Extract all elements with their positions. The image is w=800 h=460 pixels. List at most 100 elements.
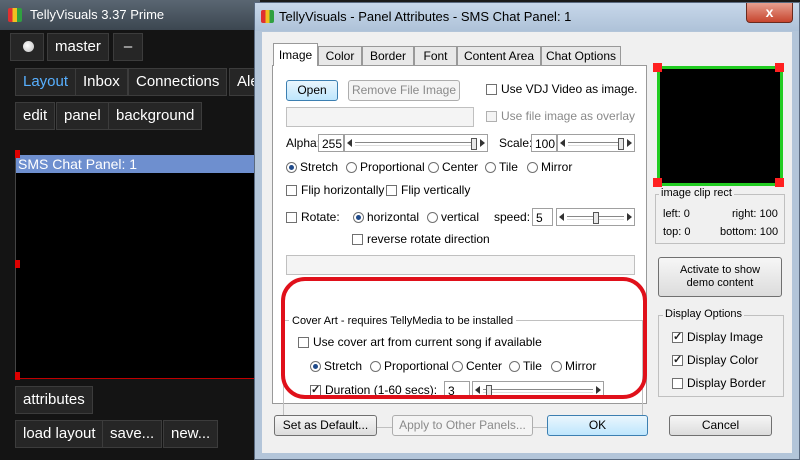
new-layout-button[interactable]: new... bbox=[163, 420, 219, 448]
save-layout-button[interactable]: save... bbox=[102, 420, 163, 448]
dialog-titlebar[interactable]: TellyVisuals - Panel Attributes - SMS Ch… bbox=[255, 3, 799, 31]
display-options-legend: Display Options bbox=[663, 308, 745, 320]
alpha-slider[interactable] bbox=[344, 134, 488, 152]
tab-image[interactable]: Image bbox=[273, 43, 318, 66]
scale-label: Scale: bbox=[499, 136, 533, 150]
dialog-logo-icon bbox=[261, 10, 274, 23]
scale-value[interactable]: 100 bbox=[531, 134, 557, 152]
alpha-value[interactable]: 255 bbox=[318, 134, 344, 152]
display-border-label: Display Border bbox=[687, 376, 766, 390]
remove-file-image-button[interactable]: Remove File Image bbox=[348, 80, 460, 101]
panel-list-item[interactable]: SMS Chat Panel: 1 bbox=[16, 155, 256, 173]
tab-content-area[interactable]: Content Area bbox=[457, 46, 541, 65]
master-button[interactable]: master bbox=[47, 33, 109, 61]
rotate-label: Rotate: bbox=[301, 210, 340, 224]
display-color-label: Display Color bbox=[687, 353, 759, 367]
edit-button[interactable]: edit bbox=[15, 102, 56, 130]
activate-demo-line2: demo content bbox=[686, 277, 754, 289]
apply-to-other-panels-button[interactable]: Apply to Other Panels... bbox=[392, 415, 533, 436]
dialog-title: TellyVisuals - Panel Attributes - SMS Ch… bbox=[279, 9, 572, 24]
fit-mirror-radio[interactable] bbox=[527, 162, 538, 173]
alpha-label: Alpha: bbox=[286, 136, 321, 150]
resize-handle[interactable] bbox=[15, 372, 20, 380]
tab-chat-options[interactable]: Chat Options bbox=[541, 46, 621, 65]
scale-slider[interactable] bbox=[557, 134, 635, 152]
display-color-checkbox[interactable] bbox=[672, 353, 683, 366]
fit-tile-radio[interactable] bbox=[485, 162, 496, 173]
close-button[interactable]: x bbox=[746, 3, 793, 23]
activate-demo-button[interactable]: Activate to show demo content bbox=[658, 257, 782, 297]
speed-value[interactable]: 5 bbox=[532, 208, 553, 226]
tab-border[interactable]: Border bbox=[362, 46, 414, 65]
clip-handle-top-left[interactable] bbox=[653, 63, 662, 72]
flip-vertically-label: Flip vertically bbox=[401, 183, 471, 197]
flip-vertically-checkbox[interactable] bbox=[386, 185, 397, 196]
clip-bottom-label: bottom: 100 bbox=[720, 226, 779, 238]
close-icon: x bbox=[765, 4, 774, 20]
ok-button[interactable]: OK bbox=[547, 415, 648, 436]
rotate-vertical-radio[interactable] bbox=[427, 212, 438, 223]
tab-inbox[interactable]: Inbox bbox=[75, 68, 128, 96]
minus-button[interactable]: – bbox=[113, 33, 143, 61]
use-overlay-label: Use file image as overlay bbox=[501, 109, 636, 123]
fit-center-label: Center bbox=[442, 160, 479, 174]
fit-proportional-radio[interactable] bbox=[346, 162, 357, 173]
use-vdj-video-checkbox[interactable] bbox=[486, 84, 497, 95]
clip-handle-bottom-left[interactable] bbox=[653, 178, 662, 187]
fit-tile-label: Tile bbox=[499, 160, 518, 174]
display-image-label: Display Image bbox=[687, 330, 764, 344]
background-button[interactable]: background bbox=[108, 102, 203, 130]
open-button[interactable]: Open bbox=[286, 80, 338, 101]
resize-handle[interactable] bbox=[15, 150, 20, 158]
fit-stretch-radio[interactable] bbox=[286, 162, 297, 173]
speed-label: speed: bbox=[494, 210, 531, 224]
speed-slider[interactable] bbox=[556, 208, 635, 226]
file-path-field[interactable] bbox=[286, 107, 474, 127]
tab-connections[interactable]: Connections bbox=[128, 68, 228, 96]
resize-handle[interactable] bbox=[15, 260, 20, 268]
main-app-window: TellyVisuals 3.37 Prime master – Layout … bbox=[0, 0, 262, 460]
panel-button[interactable]: panel bbox=[56, 102, 109, 130]
flip-horizontally-checkbox[interactable] bbox=[286, 185, 297, 196]
layout-canvas[interactable] bbox=[15, 155, 262, 379]
tab-font[interactable]: Font bbox=[414, 46, 457, 65]
display-border-checkbox[interactable] bbox=[672, 378, 683, 389]
clip-handle-top-right[interactable] bbox=[775, 63, 784, 72]
arrow-right-icon[interactable] bbox=[627, 213, 632, 221]
fit-center-radio[interactable] bbox=[428, 162, 439, 173]
image-preview[interactable] bbox=[657, 66, 783, 186]
set-as-default-button[interactable]: Set as Default... bbox=[274, 415, 377, 436]
app-titlebar: TellyVisuals 3.37 Prime bbox=[0, 0, 260, 30]
arrow-right-icon[interactable] bbox=[480, 139, 485, 147]
fit-stretch-label: Stretch bbox=[300, 160, 339, 174]
load-layout-button[interactable]: load layout bbox=[15, 420, 104, 448]
rotate-vertical-label: vertical bbox=[441, 210, 480, 224]
activate-demo-line1: Activate to show bbox=[679, 264, 761, 276]
dialog-client: Image Color Border Font Content Area Cha… bbox=[262, 32, 792, 453]
arrow-left-icon[interactable] bbox=[560, 139, 565, 147]
panel-attributes-dialog: TellyVisuals - Panel Attributes - SMS Ch… bbox=[254, 2, 800, 460]
attributes-button[interactable]: attributes bbox=[15, 386, 93, 414]
reverse-rotate-checkbox[interactable] bbox=[352, 234, 363, 245]
arrow-left-icon[interactable] bbox=[559, 213, 564, 221]
arrow-left-icon[interactable] bbox=[347, 139, 352, 147]
fit-proportional-label: Proportional bbox=[360, 160, 425, 174]
display-image-checkbox[interactable] bbox=[672, 330, 683, 343]
fit-mirror-label: Mirror bbox=[541, 160, 573, 174]
master-radio-button[interactable] bbox=[10, 33, 44, 61]
use-overlay-checkbox[interactable] bbox=[486, 111, 497, 122]
tab-layout[interactable]: Layout bbox=[15, 68, 77, 96]
tab-color[interactable]: Color bbox=[318, 46, 362, 65]
clip-right-label: right: 100 bbox=[732, 208, 778, 220]
annotation-highlight bbox=[281, 277, 647, 399]
cancel-button[interactable]: Cancel bbox=[669, 415, 772, 436]
clip-left-label: left: 0 bbox=[663, 208, 690, 220]
app-logo-icon bbox=[8, 8, 22, 22]
flip-horizontally-label: Flip horizontally bbox=[301, 183, 385, 197]
radio-dot-icon bbox=[23, 41, 34, 52]
rotate-horizontal-radio[interactable] bbox=[353, 212, 364, 223]
rotate-horizontal-label: horizontal bbox=[367, 210, 420, 224]
arrow-right-icon[interactable] bbox=[627, 139, 632, 147]
clip-handle-bottom-right[interactable] bbox=[775, 178, 784, 187]
rotate-checkbox[interactable] bbox=[286, 212, 297, 223]
